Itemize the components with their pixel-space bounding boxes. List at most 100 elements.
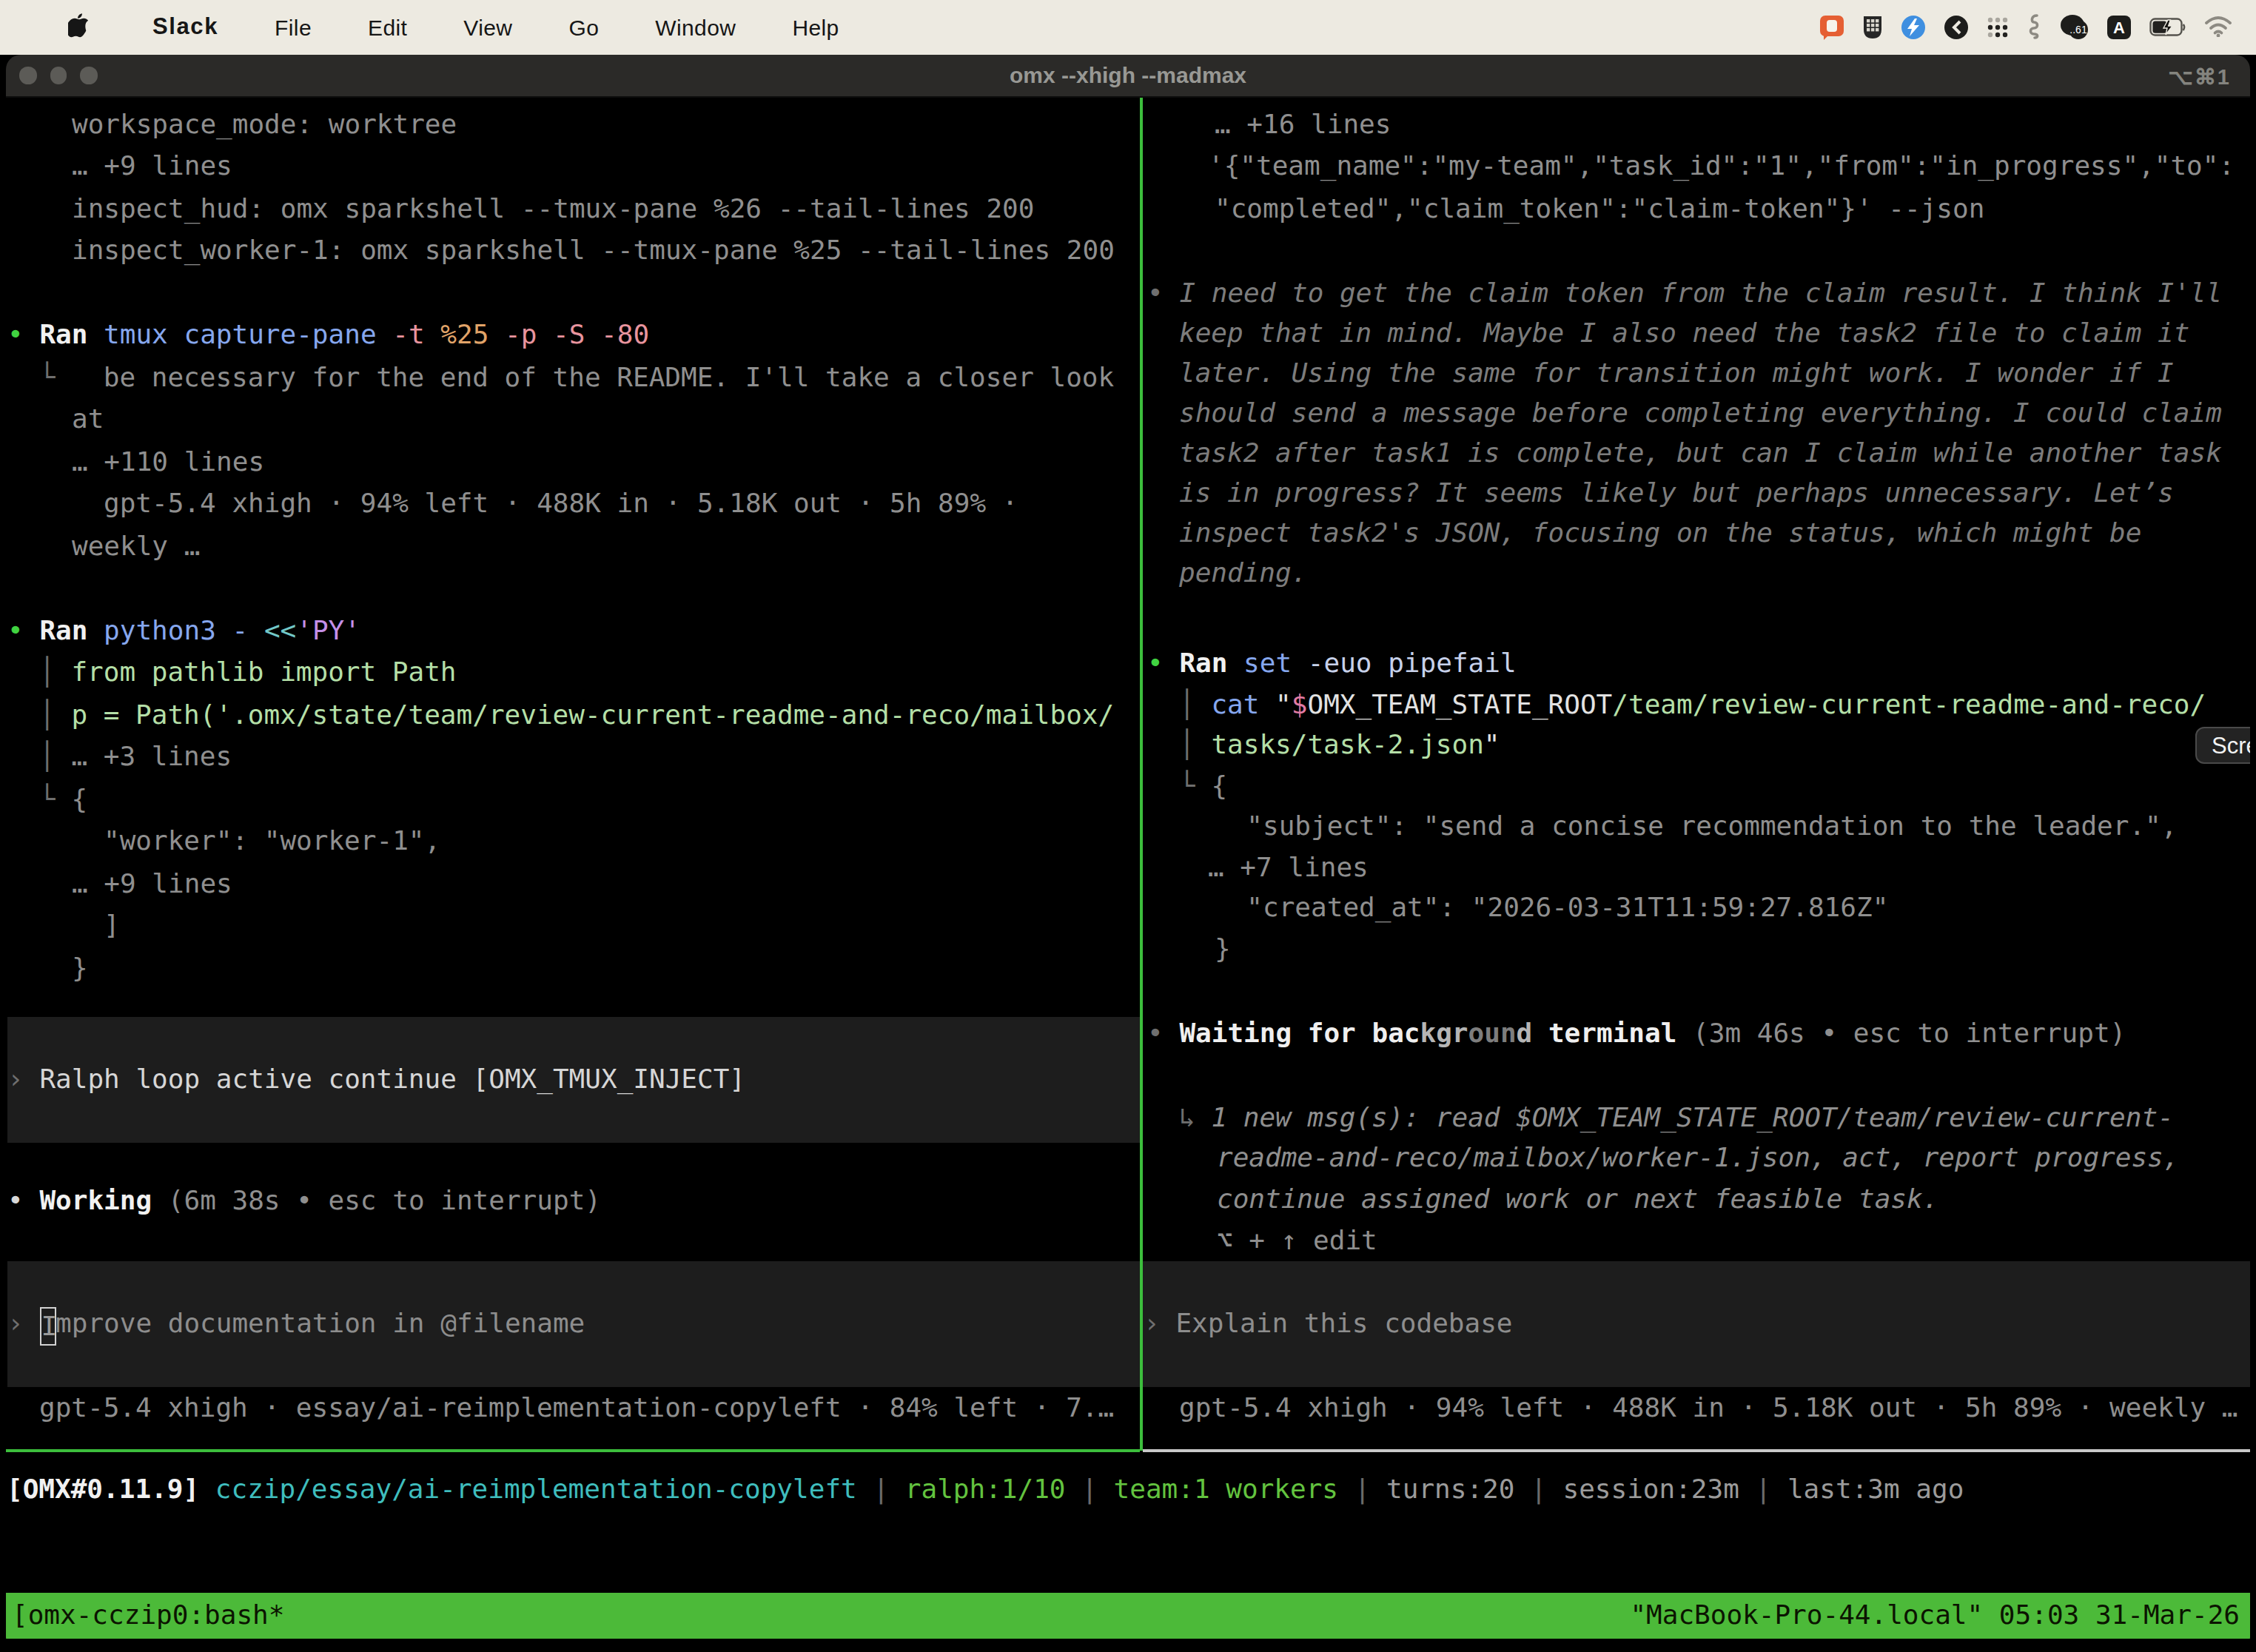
pane-left: workspace_mode: worktree… +9 linesinspec… [7,104,1139,1430]
spacer [7,1223,1139,1261]
text-segment: ⌥ + ↑ edit [1217,1224,1377,1255]
text-segment: p = Path('.omx/state/team/review-current… [71,699,1114,730]
svg-text:..61: ..61 [2069,24,2087,36]
apple-icon[interactable] [68,14,90,41]
text-segment: Explain this codebase [1175,1307,1512,1338]
text-segment: › [7,1307,39,1338]
dots-grid-icon[interactable] [1987,16,2009,38]
text-segment: oun [1468,1018,1517,1049]
text-segment: "completed","claim_token":"claim-token"}… [1215,192,1984,224]
menu-item-slack[interactable]: Slack [124,14,246,41]
text-segment: "created_at": "2026-03-31T11:59:27.816Z" [1215,892,1888,923]
text-segment: └ [39,783,71,814]
text-segment: from pathlib import Path [71,657,456,688]
terminal-line: should send a message before completing … [1143,392,2250,432]
terminal-line: keep that in mind. Maybe I also need the… [1143,312,2250,352]
text-segment: -p -S -80 [505,319,649,350]
pane-border-bottom-left [6,1449,1139,1452]
terminal-line: └ { [1143,765,2250,806]
wifi-icon[interactable] [2204,17,2232,38]
menu-item-window[interactable]: Window [627,15,764,40]
terminal-line: └ { [7,779,1139,821]
terminal-line: at [7,399,1139,441]
text-segment: d [1517,1018,1548,1049]
text-segment: • [7,614,39,645]
text-segment: … +16 lines [1215,108,1391,139]
terminal-line: '{"team_name":"my-team","task_id":"1","f… [1143,146,2250,188]
input-source-icon[interactable]: A [2106,15,2132,40]
text-segment: ] [104,910,120,941]
terminal-line: gpt-5.4 xhigh · essay/ai-reimplementatio… [7,1387,1139,1429]
squiggle-icon[interactable] [2027,14,2041,41]
window-title-bar[interactable]: omx --xhigh --madmax ⌥⌘1 [6,55,2250,98]
status-segment: team:1 workers [1114,1473,1338,1504]
prompt-input-left[interactable]: › Improve documentation in @filename [7,1260,1139,1387]
menu-bar: SlackFileEditViewGoWindowHelp ..61 [0,0,2256,54]
menu-item-help[interactable]: Help [764,15,867,40]
terminal-line: inspect task2's JSON, focusing on the st… [1143,512,2250,552]
window-title: omx --xhigh --madmax [6,55,2250,96]
text-segment: … +9 lines [72,867,232,899]
terminal-content: workspace_mode: worktree … +9 lines inspec… [6,98,2250,1652]
bolt-circle-icon[interactable] [1901,15,1926,40]
pane-divider[interactable] [1139,98,1142,1450]
spacer [1143,592,2250,643]
terminal-line: gpt-5.4 xhigh · 94% left · 488K in · 5.1… [7,483,1139,526]
text-segment: -euo pipefail [1308,648,1517,679]
text-segment: task2 after task1 is complete, but can I… [1179,437,2222,468]
terminal-line: … +7 lines [1143,847,2250,887]
battery-icon[interactable] [2149,18,2186,37]
text-segment: • [1147,1018,1179,1049]
terminal-line: ] [7,905,1139,947]
text-segment: Waiting for bac [1179,1018,1420,1049]
text-segment: ↳ [1179,1101,1211,1132]
text-segment: set [1243,648,1308,679]
text-segment: be necessary for the end of the README. … [104,361,1114,392]
terminal-line: • I need to get the claim token from the… [1143,272,2250,312]
text-segment: '{"team_name":"my-team","task_id":"1","f… [1208,150,2235,181]
terminal-line: } [7,947,1139,990]
text-segment: 1 new msg(s): read $OMX_TEAM_STATE_ROOT/… [1211,1101,2173,1132]
terminal-line: │ cat "$OMX_TEAM_STATE_ROOT/team/review-… [1143,684,2250,725]
moon-chevron-icon[interactable] [1944,15,1969,40]
text-segment: $ [1292,688,1308,719]
tmux-status-bar: [omx-cczip0:bash* "MacBook-Pro-44.local"… [6,1593,2250,1638]
prompt-input-right[interactable]: › Explain this codebase [1143,1260,2250,1387]
text-segment: should send a message before completing … [1179,397,2222,428]
menu-item-edit[interactable]: Edit [340,15,435,40]
recording-indicator-icon[interactable] [1819,15,1844,40]
terminal-line: … +9 lines [7,146,1139,188]
text-segment: workspace_mode: worktree [72,108,457,139]
terminal-line: • Ran set -euo pipefail [1143,643,2250,684]
terminal-line: ⌥ + ↑ edit [1143,1220,2250,1260]
text-segment: (3m 46s • esc to interrupt) [1693,1018,2126,1049]
text-segment: (6m 38s • esc to interrupt) [168,1185,601,1216]
text-segment: └ [1179,770,1211,801]
keypad-shield-icon[interactable] [1862,15,1883,40]
text-segment: keep that in mind. Maybe I also need the… [1179,317,2189,348]
status-segment: session:23m [1562,1473,1739,1504]
text-segment: … +7 lines [1208,851,1369,882]
text-segment: Ran [1179,648,1243,679]
text-segment: 'PY' [296,614,360,645]
terminal-line: … +16 lines [1143,104,2250,146]
text-segment: … +110 lines [72,446,264,477]
text-segment: I need to get the claim token from the c… [1179,277,2222,308]
spacer [7,990,1139,1017]
battery-percent-badge[interactable]: ..61 [2059,15,2089,40]
pane-right: … +16 lines '{"team_name":"my-team","task… [1143,104,2250,1430]
prompt-input-left: › Improve documentation in @filename [7,1303,1139,1345]
menu-item-go[interactable]: Go [540,15,627,40]
status-segment: | [1338,1473,1386,1504]
text-segment: /team/review-current-readme-and-reco/ [1612,688,2206,719]
screen: SlackFileEditViewGoWindowHelp ..61 [0,0,2256,1652]
terminal-line: weekly … [7,526,1139,568]
menu-item-file[interactable]: File [246,15,340,40]
menu-item-view[interactable]: View [435,15,540,40]
text-segment: << [264,614,296,645]
text-segment: gpt-5.4 xhigh · 94% left · 488K in · 5.1… [1179,1391,2238,1423]
terminal-line: │ … +3 lines [7,736,1139,779]
text-segment: is in progress? It seems likely but perh… [1179,477,2174,508]
spacer [1143,1055,2250,1097]
terminal-line: "subject": "send a concise recommendatio… [1143,806,2250,847]
